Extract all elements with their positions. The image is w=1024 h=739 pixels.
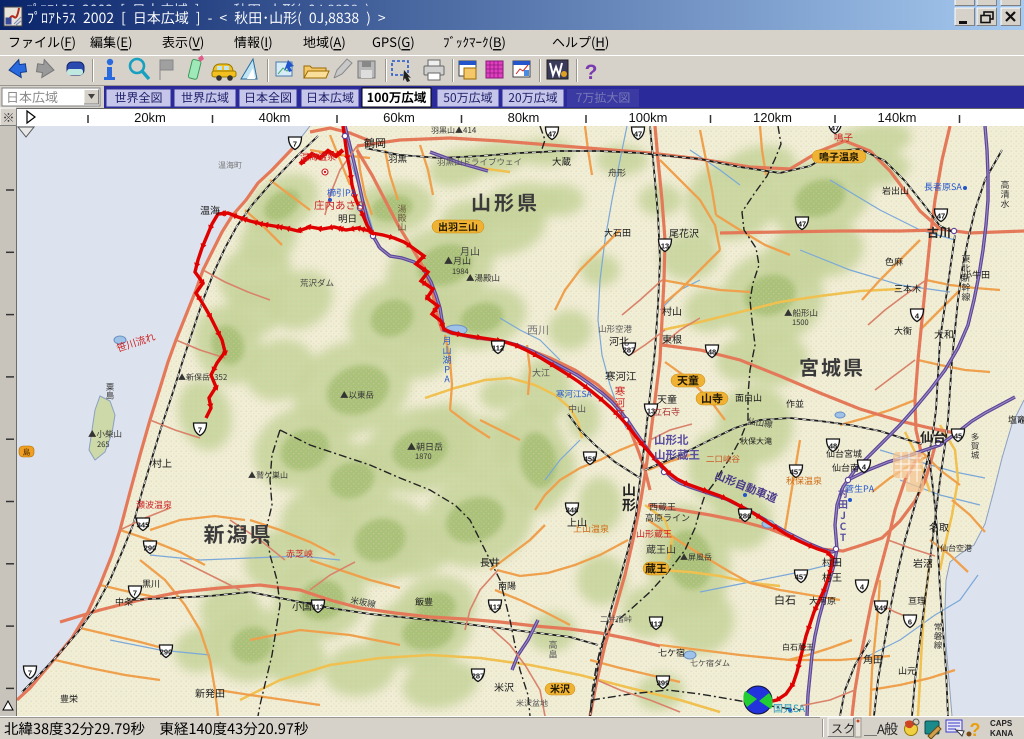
svg-text:290: 290	[160, 648, 173, 657]
svg-text:?: ?	[585, 61, 598, 84]
svg-text:112: 112	[492, 344, 504, 353]
svg-text:287: 287	[472, 672, 485, 681]
svg-text:48: 48	[708, 348, 716, 357]
svg-text:?: ?	[970, 720, 981, 739]
svg-text:345: 345	[137, 521, 150, 530]
svg-text:399: 399	[657, 679, 670, 688]
svg-text:47: 47	[548, 130, 556, 139]
svg-text:458: 458	[584, 455, 597, 464]
svg-text:47: 47	[798, 220, 806, 229]
svg-text:290: 290	[144, 544, 157, 553]
svg-text:100km: 100km	[628, 110, 667, 125]
svg-text:348: 348	[566, 506, 579, 515]
svg-text:40km: 40km	[259, 110, 291, 125]
svg-text:349: 349	[875, 604, 888, 613]
svg-text:45: 45	[954, 432, 962, 441]
svg-text:47: 47	[937, 212, 945, 221]
svg-text:286: 286	[739, 512, 752, 521]
svg-text:80km: 80km	[508, 110, 540, 125]
svg-text:20km: 20km	[134, 110, 166, 125]
svg-text:7: 7	[133, 589, 137, 598]
svg-text:13: 13	[647, 407, 655, 416]
svg-text:7: 7	[28, 669, 32, 678]
svg-text:6: 6	[908, 618, 912, 627]
svg-text:7: 7	[293, 140, 297, 149]
svg-text:113: 113	[650, 620, 662, 629]
svg-text:113: 113	[489, 603, 501, 612]
svg-text:140km: 140km	[877, 110, 916, 125]
svg-text:113: 113	[312, 603, 324, 612]
svg-text:CAPS: CAPS	[990, 719, 1013, 728]
svg-text:60km: 60km	[383, 110, 415, 125]
svg-text:47: 47	[634, 130, 642, 139]
svg-text:287: 287	[623, 346, 636, 355]
svg-text:13: 13	[661, 242, 669, 251]
svg-text:457: 457	[795, 573, 808, 582]
svg-text:48: 48	[829, 442, 837, 451]
svg-text:KANA: KANA	[990, 729, 1013, 738]
svg-text:120km: 120km	[753, 110, 792, 125]
svg-text:7: 7	[198, 426, 202, 435]
svg-text:457: 457	[790, 468, 803, 477]
